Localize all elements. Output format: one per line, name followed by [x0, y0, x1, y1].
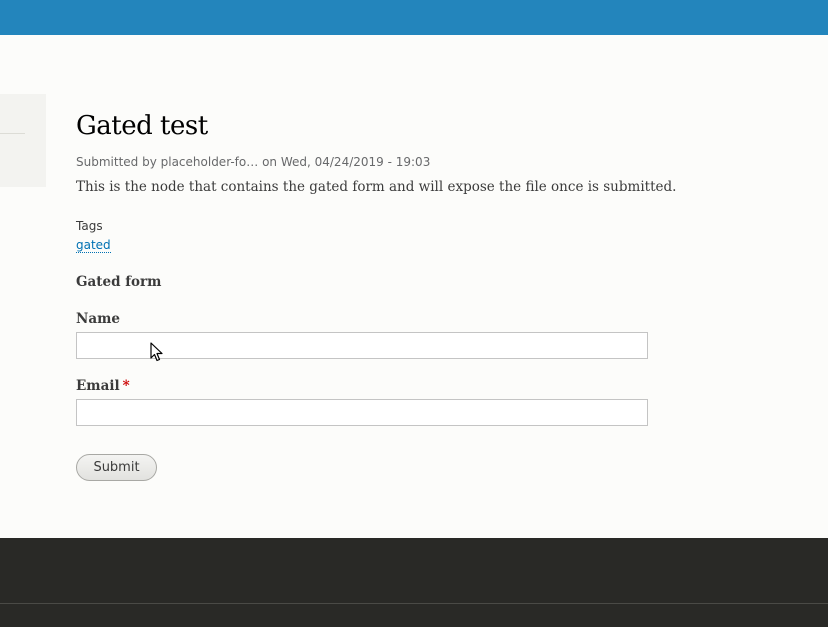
sidebar-divider [0, 133, 25, 134]
tag-link-gated[interactable]: gated [76, 238, 111, 253]
sidebar-block [0, 94, 46, 187]
submit-button[interactable]: Submit [76, 454, 157, 481]
form-heading: Gated form [76, 274, 162, 290]
node-body: This is the node that contains the gated… [76, 179, 677, 195]
name-label: Name [76, 311, 120, 327]
top-bar [0, 0, 828, 35]
email-label: Email * [76, 378, 130, 394]
email-label-text: Email [76, 378, 120, 394]
name-label-text: Name [76, 311, 120, 327]
footer-divider [0, 603, 828, 604]
page-title: Gated test [76, 111, 208, 141]
required-marker: * [122, 378, 130, 394]
footer [0, 538, 828, 627]
email-field[interactable] [76, 399, 648, 426]
submitted-info: Submitted by placeholder-fo… on Wed, 04/… [76, 155, 431, 169]
tags-label: Tags [76, 219, 103, 233]
mouse-pointer-icon [150, 342, 163, 362]
